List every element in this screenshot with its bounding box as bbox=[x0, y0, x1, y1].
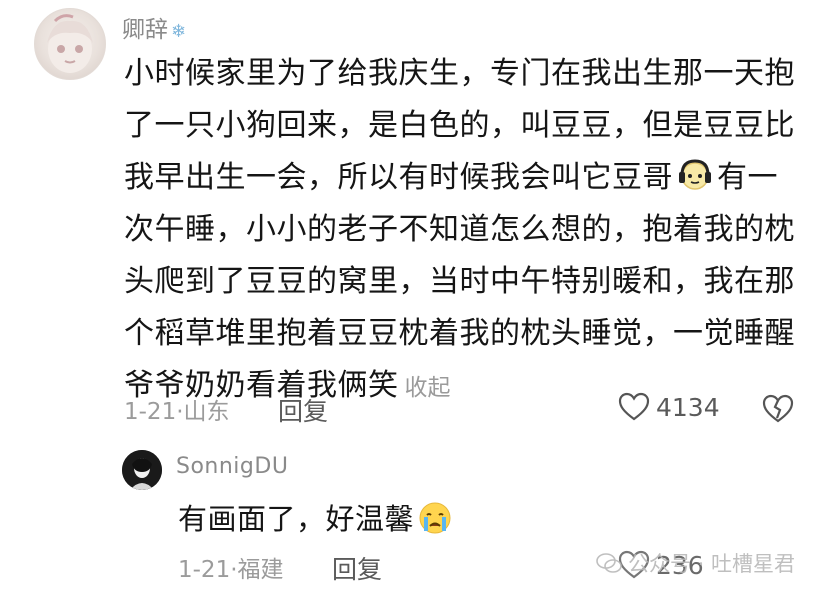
comment-body: 小时候家里为了给我庆生，专门在我出生那一天抱 了一只小狗回来，是白色的，叫豆豆，… bbox=[124, 48, 804, 414]
heart-icon bbox=[618, 392, 650, 421]
reply-meta: 1-21·福建 bbox=[178, 550, 284, 584]
reply-avatar[interactable] bbox=[122, 450, 162, 490]
collapse-button[interactable]: 收起 bbox=[405, 375, 451, 401]
watermark: 公众号 · 吐槽星君 bbox=[596, 548, 795, 578]
reply-text: 有画面了，好温馨 bbox=[178, 502, 415, 536]
username-text: 卿辞 bbox=[122, 17, 168, 43]
username[interactable]: 卿辞 ❄ bbox=[122, 10, 186, 44]
comment-line: 个稻草堆里抱着豆豆枕着我的枕头睡觉，一觉睡醒 bbox=[124, 316, 795, 351]
comment-line-part: 我早出生一会，所以有时候我会叫它豆哥 bbox=[124, 160, 673, 195]
comment-line: 了一只小狗回来，是白色的，叫豆豆，但是豆豆比 bbox=[124, 108, 795, 143]
reply-reply-button[interactable]: 回复 bbox=[332, 550, 382, 586]
like-count: 4134 bbox=[656, 392, 720, 422]
comment-location: 山东 bbox=[183, 399, 230, 425]
avatar-illustration bbox=[47, 14, 93, 73]
watermark-text: 公众号 · 吐槽星君 bbox=[628, 552, 796, 576]
crying-face-emoji bbox=[418, 501, 454, 537]
reply-date: 1-21· bbox=[178, 557, 238, 583]
reply-location: 福建 bbox=[237, 557, 284, 583]
comment-line-part: 有一 bbox=[717, 160, 778, 195]
like-button[interactable]: 4134 bbox=[618, 392, 720, 422]
comment-meta: 1-21·山东 bbox=[124, 392, 230, 426]
avatar[interactable] bbox=[34, 8, 106, 80]
broken-heart-icon bbox=[762, 394, 794, 423]
dislike-button[interactable] bbox=[762, 394, 794, 428]
comment-line: 头爬到了豆豆的窝里，当时中午特别暖和，我在那 bbox=[124, 264, 795, 299]
comment-line: 我早出生一会，所以有时候我会叫它豆哥 有一 bbox=[124, 152, 804, 204]
wechat-icon bbox=[596, 553, 622, 573]
comment-line: 次午睡，小小的老子不知道怎么想的，抱着我的枕 bbox=[124, 212, 795, 247]
comment-line: 小时候家里为了给我庆生，专门在我出生那一天抱 bbox=[124, 56, 795, 91]
reply-username[interactable]: SonnigDU bbox=[176, 454, 288, 479]
reply-avatar-illustration bbox=[122, 450, 162, 490]
headphones-face-emoji bbox=[677, 157, 713, 193]
snowflake-icon: ❄ bbox=[171, 21, 187, 42]
reply-button[interactable]: 回复 bbox=[278, 392, 328, 428]
comment-date: 1-21· bbox=[124, 399, 184, 425]
reply-body: 有画面了，好温馨 bbox=[178, 496, 458, 538]
